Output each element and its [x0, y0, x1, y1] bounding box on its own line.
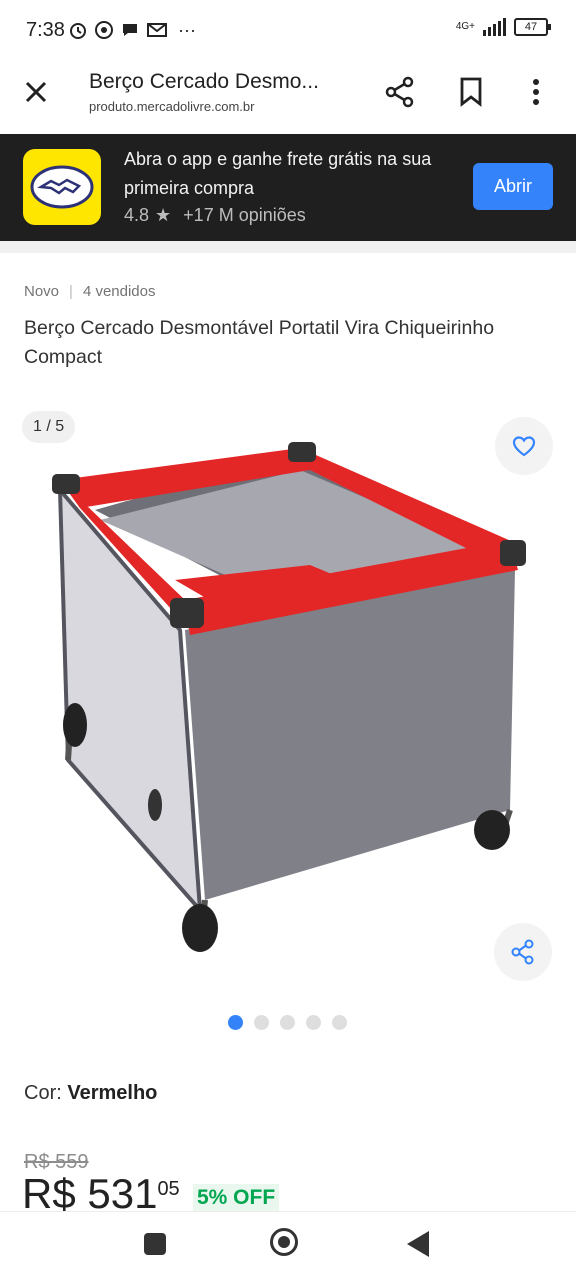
battery-icon: 47 — [514, 18, 551, 36]
signal-icon — [483, 18, 506, 36]
page-url: produto.mercadolivre.com.br — [89, 99, 255, 114]
gmail-icon — [147, 23, 167, 37]
handshake-icon — [30, 165, 94, 209]
system-nav-bar — [0, 1211, 576, 1281]
page-title: Berço Cercado Desmo... — [89, 70, 319, 93]
chat-icon — [123, 24, 137, 36]
share-product-button[interactable] — [494, 923, 552, 981]
status-right: 4G+ 47 — [455, 18, 551, 36]
bookmark-icon[interactable] — [458, 76, 484, 108]
divider — [0, 241, 576, 253]
recents-button[interactable] — [144, 1233, 166, 1255]
rating-value: 4.8 — [124, 205, 150, 225]
color-row: Cor: Vermelho — [24, 1082, 157, 1105]
network-type: 4G+ — [455, 21, 475, 32]
home-button[interactable] — [270, 1228, 298, 1256]
meta-separator: | — [69, 283, 73, 300]
gallery-dot[interactable] — [306, 1015, 321, 1030]
battery-level: 47 — [524, 21, 538, 33]
product-image[interactable] — [40, 430, 540, 960]
back-button[interactable] — [407, 1231, 429, 1257]
price-cents: 05 — [157, 1178, 180, 1200]
notification-icons: ··· — [68, 20, 196, 41]
sold-count: 4 vendidos — [82, 283, 156, 300]
discount-badge: 5% OFF — [193, 1184, 280, 1212]
mercadolivre-logo — [23, 149, 101, 225]
product-title: Berço Cercado Desmontável Portatil Vira … — [24, 317, 495, 368]
more-vert-icon[interactable] — [530, 76, 542, 108]
reviews-count: +17 M opiniões — [183, 205, 306, 225]
product-meta: Novo | 4 vendidos — [24, 283, 156, 300]
gallery-pagination[interactable] — [228, 1015, 347, 1030]
banner-message: Abra o app e ganhe frete grátis na sua p… — [124, 149, 432, 198]
status-bar: 7:38 ··· 4G+ 47 — [0, 0, 576, 62]
star-icon: ★ — [155, 205, 172, 225]
gallery-dot[interactable] — [228, 1015, 243, 1030]
app-rating: 4.8 ★ +17 M opiniões — [124, 205, 306, 226]
color-value: Vermelho — [67, 1082, 158, 1104]
browser-toolbar: Berço Cercado Desmo... produto.mercadoli… — [0, 62, 576, 134]
share-icon — [511, 939, 534, 965]
gallery-dot[interactable] — [332, 1015, 347, 1030]
more-dots-icon: ··· — [178, 20, 196, 40]
status-time: 7:38 — [26, 19, 65, 41]
color-label: Cor: — [24, 1082, 62, 1104]
close-icon[interactable] — [22, 78, 50, 106]
price-main: R$ 531 — [22, 1170, 158, 1217]
share-icon[interactable] — [384, 76, 416, 108]
open-app-button[interactable]: Abrir — [473, 163, 553, 210]
gallery-dot[interactable] — [254, 1015, 269, 1030]
gallery-dot[interactable] — [280, 1015, 295, 1030]
alarm-icon — [70, 23, 86, 39]
condition-label: Novo — [24, 283, 60, 300]
whatsapp-icon — [95, 21, 113, 39]
app-install-banner: Abra o app e ganhe frete grátis na sua p… — [0, 134, 576, 241]
